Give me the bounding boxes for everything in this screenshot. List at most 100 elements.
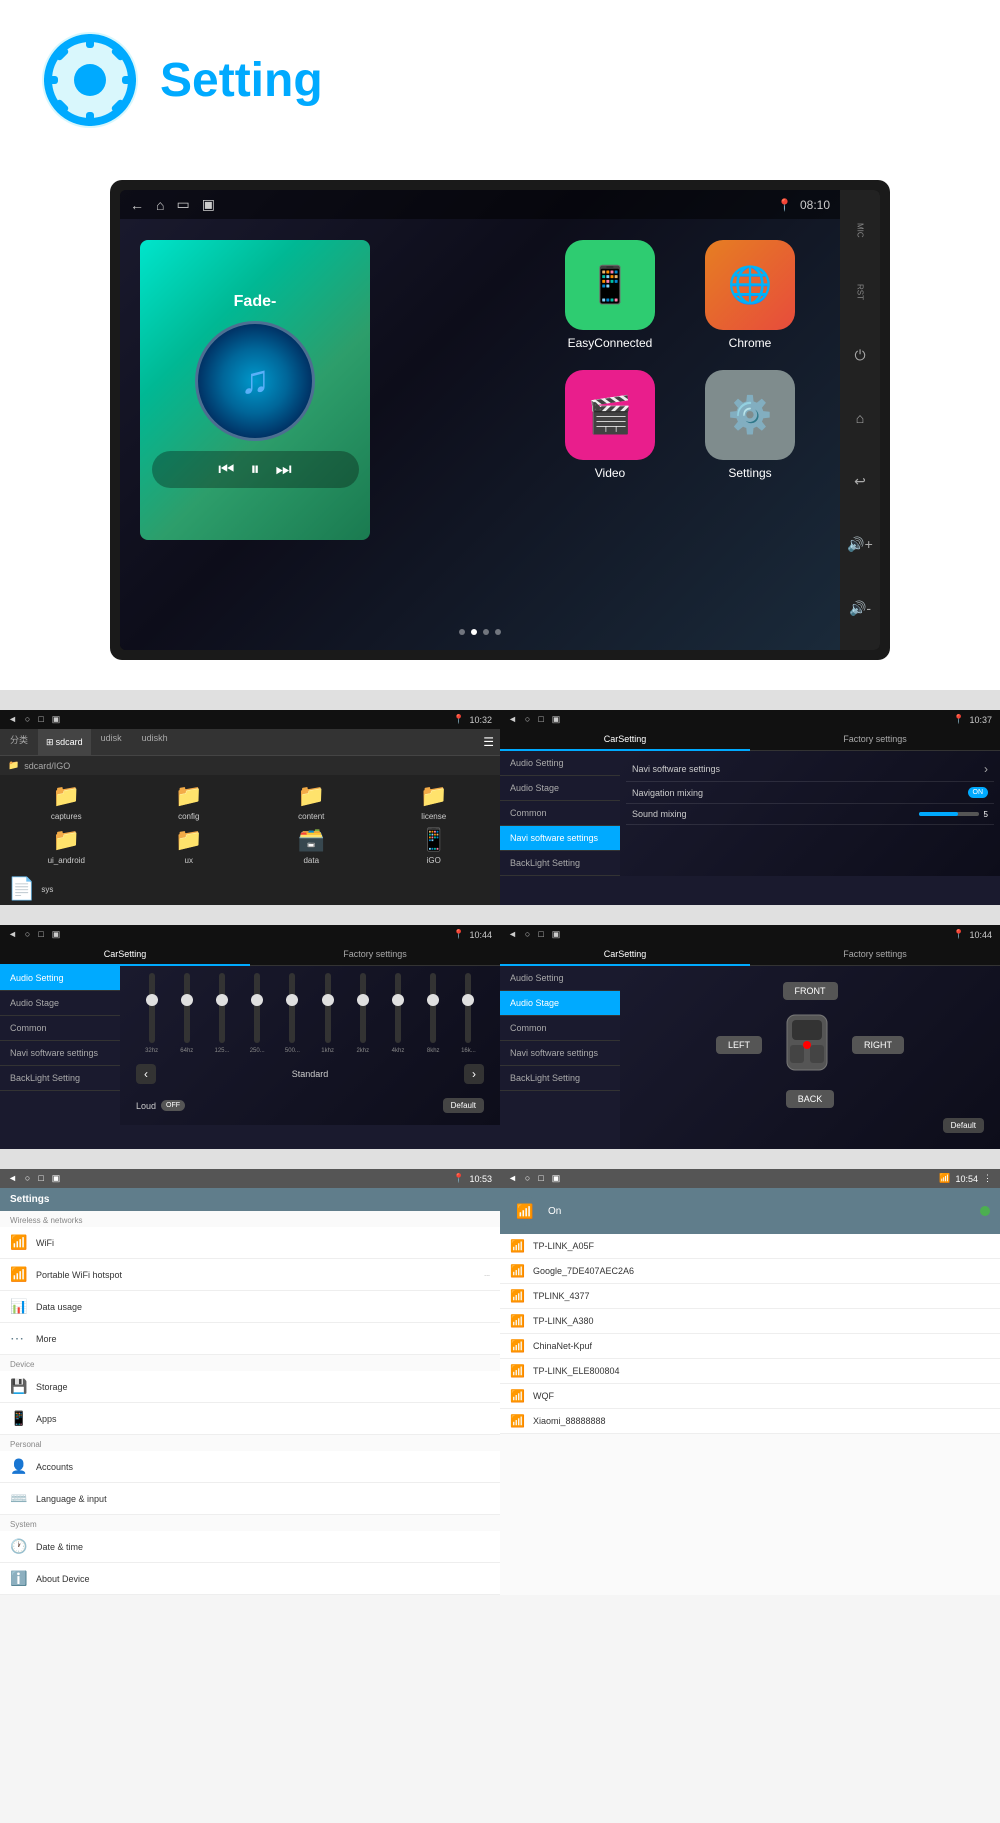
recents-icon[interactable]: ▭ bbox=[176, 196, 189, 213]
sidebar-audio-setting[interactable]: Audio Setting bbox=[500, 751, 620, 776]
stage-default-btn[interactable]: Default bbox=[943, 1118, 984, 1133]
eq-track-1khz[interactable] bbox=[325, 973, 331, 1043]
app-chrome[interactable]: 🌐 Chrome bbox=[690, 240, 810, 350]
eq-tab-factory[interactable]: Factory settings bbox=[250, 944, 500, 966]
eq-track-32hz[interactable] bbox=[149, 973, 155, 1043]
navi-software-row[interactable]: Navi software settings › bbox=[626, 757, 994, 782]
eq-source-icon[interactable]: ▣ bbox=[52, 929, 61, 940]
settings-accounts[interactable]: 👤 Accounts bbox=[0, 1451, 500, 1483]
file-content[interactable]: 📁 content bbox=[253, 783, 370, 821]
rewind-btn[interactable]: ⏮ bbox=[218, 459, 234, 480]
file-captures[interactable]: 📁 captures bbox=[8, 783, 125, 821]
tab-factory[interactable]: Factory settings bbox=[750, 729, 1000, 751]
loud-toggle-state[interactable]: OFF bbox=[161, 1100, 185, 1111]
wifi-source-nav-icon[interactable]: ▣ bbox=[552, 1173, 561, 1184]
file-ui-android[interactable]: 📁 ui_android bbox=[8, 827, 125, 865]
stage-back-icon[interactable]: ◄ bbox=[508, 929, 517, 940]
sound-mixing-row[interactable]: Sound mixing 5 bbox=[626, 804, 994, 825]
eq-back-icon[interactable]: ◄ bbox=[8, 929, 17, 940]
sidebar-common[interactable]: Common bbox=[500, 801, 620, 826]
wifi-toggle[interactable] bbox=[980, 1206, 990, 1216]
right-btn[interactable]: RIGHT bbox=[852, 1036, 904, 1054]
tab-udiskh[interactable]: udiskh bbox=[132, 729, 178, 755]
eq-track-250hz[interactable] bbox=[254, 973, 260, 1043]
eq-tab-carsetting[interactable]: CarSetting bbox=[0, 944, 250, 966]
wifi-menu-icon[interactable]: ⋮ bbox=[983, 1173, 992, 1184]
loud-toggle[interactable]: Loud OFF bbox=[136, 1100, 185, 1111]
wifi-home-nav-icon[interactable]: ○ bbox=[525, 1173, 530, 1184]
eq-track-4khz[interactable] bbox=[395, 973, 401, 1043]
eq-sidebar-audio-setting[interactable]: Audio Setting bbox=[0, 966, 120, 991]
app-easyconnected[interactable]: 📱 EasyConnected bbox=[550, 240, 670, 350]
stage-sidebar-backlight[interactable]: BackLight Setting bbox=[500, 1066, 620, 1091]
wifi-network-4[interactable]: 📶 TP-LINK_A380 bbox=[500, 1309, 1000, 1334]
app-video[interactable]: 🎬 Video bbox=[550, 370, 670, 480]
eq-default-btn[interactable]: Default bbox=[443, 1098, 484, 1113]
front-btn[interactable]: FRONT bbox=[783, 982, 838, 1000]
settings-hotspot[interactable]: 📶 Portable WiFi hotspot ... bbox=[0, 1259, 500, 1291]
eq-track-64hz[interactable] bbox=[184, 973, 190, 1043]
eq-sidebar-navi[interactable]: Navi software settings bbox=[0, 1041, 120, 1066]
wifi-network-5[interactable]: 📶 ChinaNet-Kpuf bbox=[500, 1334, 1000, 1359]
settings-date-time[interactable]: 🕐 Date & time bbox=[0, 1531, 500, 1563]
source-icon[interactable]: ▣ bbox=[202, 196, 215, 213]
stage-rect-icon[interactable]: □ bbox=[538, 929, 543, 940]
vol-up-btn[interactable]: 🔊+ bbox=[847, 536, 873, 553]
eq-track-16khz[interactable] bbox=[465, 973, 471, 1043]
fm-home-icon[interactable]: ○ bbox=[25, 714, 30, 725]
settings-language[interactable]: ⌨️ Language & input bbox=[0, 1483, 500, 1515]
fm-back-icon[interactable]: ◄ bbox=[8, 714, 17, 725]
eq-track-8khz[interactable] bbox=[430, 973, 436, 1043]
power-btn[interactable]: ⏻ bbox=[854, 347, 865, 364]
stage-source-icon[interactable]: ▣ bbox=[552, 929, 561, 940]
settings-data-usage[interactable]: 📊 Data usage bbox=[0, 1291, 500, 1323]
eq-track-2khz[interactable] bbox=[360, 973, 366, 1043]
stage-tab-factory[interactable]: Factory settings bbox=[750, 944, 1000, 966]
nav-mixing-toggle[interactable]: ON bbox=[968, 787, 989, 798]
navi-back-icon[interactable]: ◄ bbox=[508, 714, 517, 725]
nav-mixing-row[interactable]: Navigation mixing ON bbox=[626, 782, 994, 804]
eq-track-500hz[interactable] bbox=[289, 973, 295, 1043]
navi-source-icon[interactable]: ▣ bbox=[552, 714, 561, 725]
tab-carsetting[interactable]: CarSetting bbox=[500, 729, 750, 751]
file-sys-row[interactable]: 📄 sys bbox=[0, 873, 500, 905]
wifi-network-1[interactable]: 📶 TP-LINK_A05F bbox=[500, 1234, 1000, 1259]
eq-rect-icon[interactable]: □ bbox=[38, 929, 43, 940]
wifi-network-8[interactable]: 📶 Xiaomi_88888888 bbox=[500, 1409, 1000, 1434]
stage-sidebar-audio-setting[interactable]: Audio Setting bbox=[500, 966, 620, 991]
fm-source-icon[interactable]: ▣ bbox=[52, 714, 61, 725]
left-btn[interactable]: LEFT bbox=[716, 1036, 762, 1054]
app-settings[interactable]: ⚙️ Settings bbox=[690, 370, 810, 480]
stage-sidebar-common[interactable]: Common bbox=[500, 1016, 620, 1041]
eq-next-btn[interactable]: › bbox=[464, 1064, 484, 1084]
forward-btn[interactable]: ⏭ bbox=[276, 459, 292, 480]
file-ux[interactable]: 📁 ux bbox=[131, 827, 248, 865]
file-data[interactable]: 🗃️ data bbox=[253, 827, 370, 865]
wifi-network-7[interactable]: 📶 WQF bbox=[500, 1384, 1000, 1409]
fm-rect-icon[interactable]: □ bbox=[38, 714, 43, 725]
sidebar-navi-software[interactable]: Navi software settings bbox=[500, 826, 620, 851]
file-license[interactable]: 📁 license bbox=[376, 783, 493, 821]
fm-menu-btn[interactable]: ☰ bbox=[477, 729, 500, 755]
home-icon[interactable]: ⌂ bbox=[156, 197, 164, 213]
sidebar-backlight[interactable]: BackLight Setting bbox=[500, 851, 620, 876]
stage-sidebar-audio-stage[interactable]: Audio Stage bbox=[500, 991, 620, 1016]
eq-sidebar-common[interactable]: Common bbox=[0, 1016, 120, 1041]
tab-udisk[interactable]: udisk bbox=[91, 729, 132, 755]
eq-track-125hz[interactable] bbox=[219, 973, 225, 1043]
eq-home-icon[interactable]: ○ bbox=[25, 929, 30, 940]
stage-home-icon[interactable]: ○ bbox=[525, 929, 530, 940]
stage-sidebar-navi[interactable]: Navi software settings bbox=[500, 1041, 620, 1066]
back-icon[interactable]: ← bbox=[130, 197, 144, 213]
settings-wifi[interactable]: 📶 WiFi bbox=[0, 1227, 500, 1259]
file-igo[interactable]: 📱 iGO bbox=[376, 827, 493, 865]
sound-slider[interactable]: 5 bbox=[919, 810, 988, 819]
sidebar-audio-stage[interactable]: Audio Stage bbox=[500, 776, 620, 801]
navi-home-icon[interactable]: ○ bbox=[525, 714, 530, 725]
eq-sidebar-backlight[interactable]: BackLight Setting bbox=[0, 1066, 120, 1091]
android-rect-icon[interactable]: □ bbox=[38, 1173, 43, 1184]
settings-about[interactable]: ℹ️ About Device bbox=[0, 1563, 500, 1595]
settings-more[interactable]: ⋯ More bbox=[0, 1323, 500, 1355]
navi-rect-icon[interactable]: □ bbox=[538, 714, 543, 725]
wifi-network-2[interactable]: 📶 Google_7DE407AEC2A6 bbox=[500, 1259, 1000, 1284]
